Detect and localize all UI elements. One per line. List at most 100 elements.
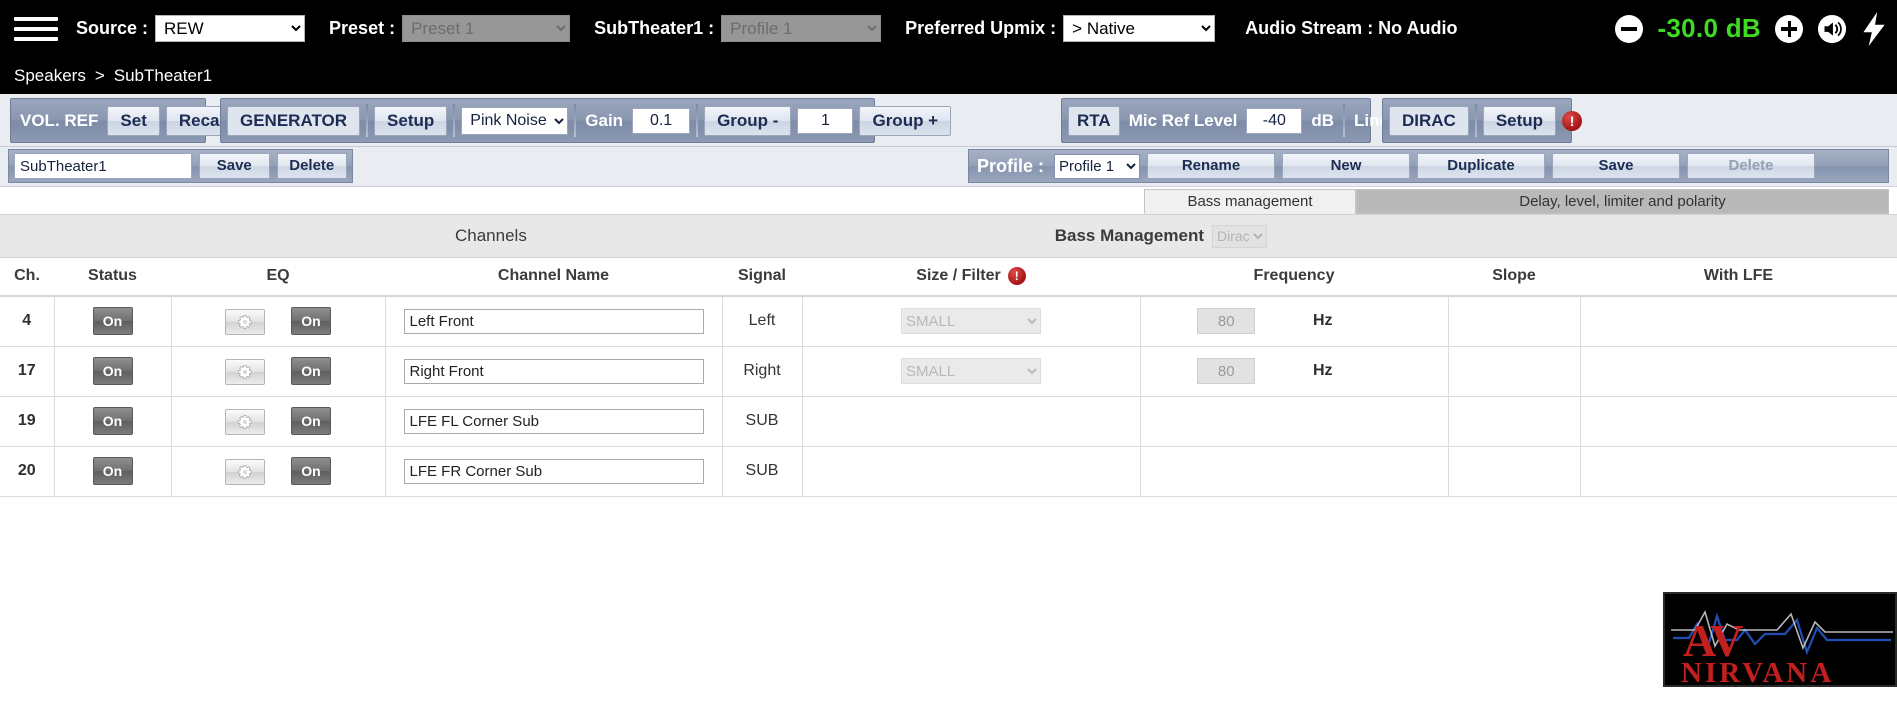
group-number-input[interactable]: [797, 107, 854, 134]
profile-rename-button[interactable]: Rename: [1147, 153, 1276, 179]
table-row: 19 On On SUB: [0, 396, 1897, 447]
table-row: 4 On On Left SMALL Hz: [0, 296, 1897, 347]
col-header-with-lfe: With LFE: [1580, 258, 1897, 297]
cell-with-lfe: [1580, 396, 1897, 447]
col-header-status: Status: [54, 258, 171, 297]
profile-new-button[interactable]: New: [1282, 153, 1411, 179]
subtheater-save-button[interactable]: Save: [199, 153, 270, 179]
toolbar-divider: [366, 104, 369, 137]
mic-ref-level-label: Mic Ref Level: [1128, 110, 1238, 130]
speaker-volume-icon[interactable]: [1817, 14, 1847, 44]
channels-section-header: Channels Bass Management Dirac: [0, 214, 1897, 258]
profile-save-button[interactable]: Save: [1552, 153, 1681, 179]
dirac-title-button[interactable]: DIRAC: [1389, 105, 1469, 136]
subtheater-delete-button[interactable]: Delete: [276, 153, 347, 179]
cell-status: On: [54, 346, 172, 397]
frequency-input[interactable]: [1197, 308, 1256, 335]
generator-gain-input[interactable]: [632, 107, 691, 134]
cell-eq: On: [171, 396, 386, 447]
preset-group: Preset : Preset 1: [329, 15, 571, 42]
tab-delay-level-limiter-polarity[interactable]: Delay, level, limiter and polarity: [1356, 189, 1889, 214]
cell-size-filter: [802, 446, 1141, 497]
profile-delete-button[interactable]: Delete: [1687, 153, 1816, 179]
generator-setup-button[interactable]: Setup: [374, 105, 448, 136]
channel-name-input[interactable]: [403, 458, 704, 484]
channels-section-title: Channels: [455, 226, 527, 245]
group-minus-button[interactable]: Group -: [704, 105, 792, 136]
profile-duplicate-button[interactable]: Duplicate: [1417, 153, 1546, 179]
volume-value: -30.0 dB: [1657, 13, 1761, 43]
vol-ref-set-button[interactable]: Set: [107, 105, 160, 136]
gear-icon[interactable]: [225, 309, 265, 336]
channel-name-input[interactable]: [403, 408, 704, 434]
generator-panel: GENERATOR Setup Pink Noise Gain Group - …: [220, 98, 952, 143]
channel-name-input[interactable]: [403, 308, 704, 334]
dirac-panel: DIRAC Setup !: [1382, 98, 1583, 143]
col-header-channel-name: Channel Name: [385, 258, 722, 297]
col-header-size-filter-text: Size / Filter: [916, 267, 1001, 284]
breadcrumb-root[interactable]: Speakers: [14, 66, 86, 86]
profile-label: Profile :: [977, 155, 1045, 176]
group-plus-button[interactable]: Group +: [859, 105, 952, 136]
toolbar-divider: [696, 104, 699, 137]
eq-toggle-button[interactable]: On: [291, 357, 331, 385]
upmix-group: Preferred Upmix : > Native: [905, 15, 1216, 42]
vol-ref-panel: VOL. REF Set Recall: [10, 98, 242, 143]
av-nirvana-logo: AV NIRVANA: [1663, 592, 1897, 687]
subtheater-profile-select[interactable]: Profile 1: [721, 15, 882, 42]
eq-toggle-button[interactable]: On: [291, 307, 331, 336]
plus-circle-icon[interactable]: [1775, 14, 1803, 43]
hamburger-line: [14, 16, 58, 21]
generator-gain-label: Gain: [585, 110, 624, 130]
breadcrumb-current[interactable]: SubTheater1: [114, 66, 212, 86]
status-toggle-button[interactable]: On: [92, 307, 133, 336]
lightning-bolt-icon[interactable]: [1861, 11, 1887, 46]
col-header-signal: Signal: [722, 258, 802, 297]
cell-slope: [1448, 346, 1581, 397]
col-header-size-filter: Size / Filter !: [802, 258, 1140, 297]
upmix-select[interactable]: > Native: [1063, 15, 1216, 42]
hamburger-line: [14, 26, 58, 31]
subtheater-name-input[interactable]: [14, 153, 192, 179]
gear-icon[interactable]: [225, 358, 265, 385]
minus-circle-icon[interactable]: [1615, 14, 1644, 43]
plus-bar-v: [1787, 20, 1791, 37]
toolbar-divider: [574, 104, 577, 137]
table-row: 20 On On SUB: [0, 446, 1897, 497]
cell-eq: On: [171, 446, 386, 497]
mic-ref-level-input[interactable]: [1246, 107, 1303, 134]
size-filter-select[interactable]: SMALL: [901, 358, 1041, 384]
status-toggle-button[interactable]: On: [92, 457, 133, 485]
bass-management-select[interactable]: Dirac: [1212, 224, 1267, 248]
generator-title-button[interactable]: GENERATOR: [227, 105, 361, 136]
cell-channel-name: [385, 396, 723, 447]
warning-exclamation-icon[interactable]: !: [1562, 110, 1583, 131]
bass-management-control: Bass Management Dirac: [1055, 224, 1267, 248]
cell-frequency-unit: Hz: [1312, 296, 1449, 347]
channel-name-input[interactable]: [403, 358, 704, 384]
size-filter-select[interactable]: SMALL: [901, 308, 1041, 335]
preset-select[interactable]: Preset 1: [402, 15, 571, 42]
gear-icon[interactable]: [225, 458, 265, 485]
source-select[interactable]: REW: [155, 15, 306, 42]
eq-toggle-button[interactable]: On: [291, 407, 331, 435]
subtheater-name-panel: Save Delete: [8, 149, 353, 183]
cell-size-filter: SMALL: [802, 296, 1141, 347]
status-toggle-button[interactable]: On: [92, 407, 133, 435]
cell-channel-number: 19: [0, 396, 55, 447]
profile-select[interactable]: Profile 1: [1054, 153, 1141, 179]
status-toggle-button[interactable]: On: [92, 357, 133, 385]
size-filter-warning-icon[interactable]: !: [1007, 267, 1026, 285]
tab-bass-management[interactable]: Bass management: [1144, 189, 1356, 214]
rta-title-button[interactable]: RTA: [1068, 105, 1120, 136]
table-row: 17 On On Right SMALL Hz: [0, 346, 1897, 397]
cell-status: On: [54, 396, 172, 447]
eq-toggle-button[interactable]: On: [291, 457, 331, 485]
dirac-setup-button[interactable]: Setup: [1482, 105, 1557, 136]
gear-icon[interactable]: [225, 408, 265, 435]
hamburger-menu-icon[interactable]: [14, 14, 58, 44]
toolbar-divider: [453, 104, 456, 137]
generator-signal-select[interactable]: Pink Noise: [461, 106, 569, 135]
frequency-input[interactable]: [1197, 358, 1256, 384]
cell-slope: [1448, 396, 1581, 447]
